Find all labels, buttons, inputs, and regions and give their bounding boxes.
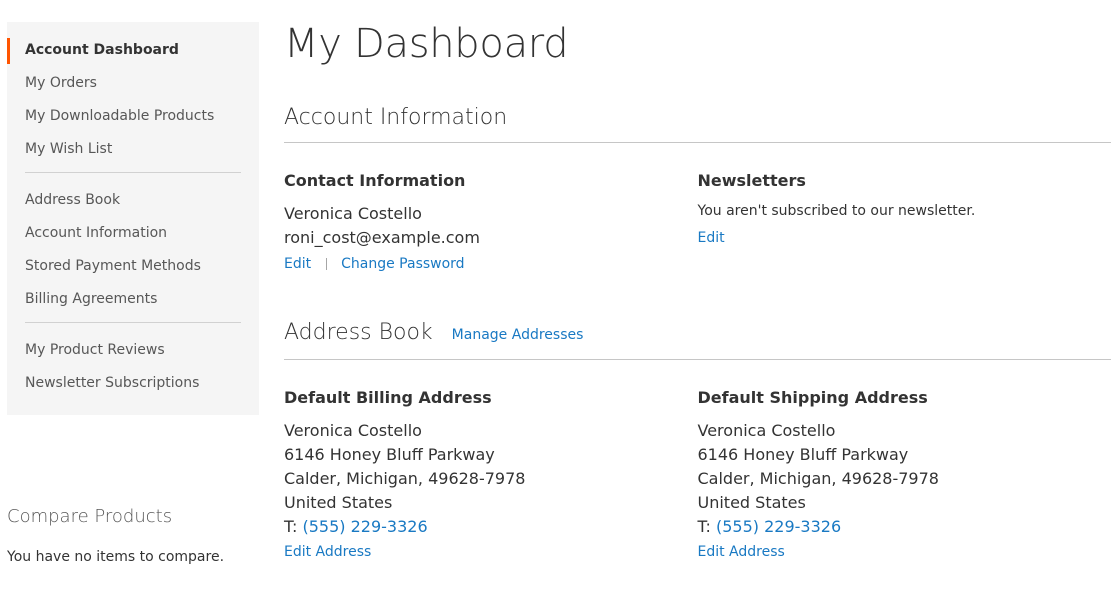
sidebar-item-stored-payment-methods[interactable]: Stored Payment Methods (7, 256, 259, 289)
shipping-country: United States (697, 493, 806, 512)
nav-divider (25, 322, 241, 323)
shipping-phone-prefix: T: (697, 517, 716, 536)
sidebar-item-billing-agreements[interactable]: Billing Agreements (7, 289, 259, 322)
contact-email: roni_cost@example.com (284, 228, 480, 247)
account-information-section: Account Information Contact Information … (284, 104, 1111, 274)
address-book-heading: Address Book Manage Addresses (284, 319, 1111, 360)
billing-phone-prefix: T: (284, 517, 303, 536)
account-nav-list: Account Dashboard My Orders My Downloada… (7, 22, 259, 406)
sidebar-item-account-information[interactable]: Account Information (7, 223, 259, 256)
newsletters-box: Newsletters You aren't subscribed to our… (698, 171, 1111, 274)
newsletter-actions: Edit (698, 228, 1111, 248)
account-information-title: Account Information (284, 105, 508, 130)
shipping-actions: Edit Address (698, 542, 1111, 562)
shipping-phone-line: T: (555) 229-3326 (698, 515, 1111, 539)
default-shipping-address-box: Default Shipping Address Veronica Costel… (698, 388, 1111, 562)
edit-newsletter-link[interactable]: Edit (698, 228, 725, 248)
shipping-phone-link[interactable]: (555) 229-3326 (716, 517, 841, 536)
sidebar-item-my-orders[interactable]: My Orders (7, 73, 259, 106)
account-information-heading: Account Information (284, 104, 1111, 143)
nav-divider (25, 172, 241, 173)
billing-phone-link[interactable]: (555) 229-3326 (303, 517, 428, 536)
sidebar-item-account-dashboard[interactable]: Account Dashboard (7, 38, 259, 73)
newsletter-status: You aren't subscribed to our newsletter. (697, 203, 976, 219)
account-nav: Account Dashboard My Orders My Downloada… (7, 22, 259, 415)
change-password-link[interactable]: Change Password (341, 254, 464, 274)
default-billing-address-title: Default Billing Address (284, 388, 492, 407)
sidebar-item-my-wish-list[interactable]: My Wish List (7, 139, 259, 172)
contact-information-box: Contact Information Veronica Costello ro… (284, 171, 698, 274)
sidebar-item-my-downloadable-products[interactable]: My Downloadable Products (7, 106, 259, 139)
shipping-street: 6146 Honey Bluff Parkway (697, 445, 909, 464)
edit-billing-address-link[interactable]: Edit Address (284, 542, 371, 562)
contact-name: Veronica Costello (284, 204, 422, 223)
billing-street: 6146 Honey Bluff Parkway (284, 445, 495, 464)
newsletters-title: Newsletters (697, 171, 806, 190)
edit-shipping-address-link[interactable]: Edit Address (698, 542, 785, 562)
default-shipping-address-title: Default Shipping Address (697, 388, 928, 407)
shipping-city: Calder, Michigan, 49628-7978 (697, 469, 939, 488)
main-content: My Dashboard Account Information Contact… (284, 18, 1111, 562)
compare-products-block: Compare Products You have no items to co… (7, 505, 259, 566)
address-book-section: Address Book Manage Addresses Default Bi… (284, 319, 1111, 562)
action-divider (326, 258, 328, 270)
contact-information-title: Contact Information (284, 171, 466, 190)
billing-city: Calder, Michigan, 49628-7978 (284, 469, 526, 488)
compare-empty-message: You have no items to compare. (7, 549, 225, 565)
billing-country: United States (284, 493, 393, 512)
billing-actions: Edit Address (284, 542, 698, 562)
billing-phone-line: T: (555) 229-3326 (284, 515, 698, 539)
page-title: My Dashboard (284, 21, 569, 67)
contact-actions: Edit Change Password (284, 254, 698, 274)
billing-name: Veronica Costello (284, 421, 422, 440)
account-info-boxes: Contact Information Veronica Costello ro… (284, 171, 1111, 274)
manage-addresses-link[interactable]: Manage Addresses (452, 321, 584, 349)
sidebar-item-address-book[interactable]: Address Book (7, 190, 259, 223)
edit-contact-link[interactable]: Edit (284, 254, 311, 274)
address-boxes: Default Billing Address Veronica Costell… (284, 388, 1111, 562)
sidebar-item-my-product-reviews[interactable]: My Product Reviews (7, 340, 259, 373)
shipping-name: Veronica Costello (697, 421, 836, 440)
sidebar-item-newsletter-subscriptions[interactable]: Newsletter Subscriptions (7, 373, 259, 406)
default-billing-address-box: Default Billing Address Veronica Costell… (284, 388, 698, 562)
compare-products-title: Compare Products (7, 506, 173, 527)
address-book-title: Address Book (284, 320, 433, 345)
